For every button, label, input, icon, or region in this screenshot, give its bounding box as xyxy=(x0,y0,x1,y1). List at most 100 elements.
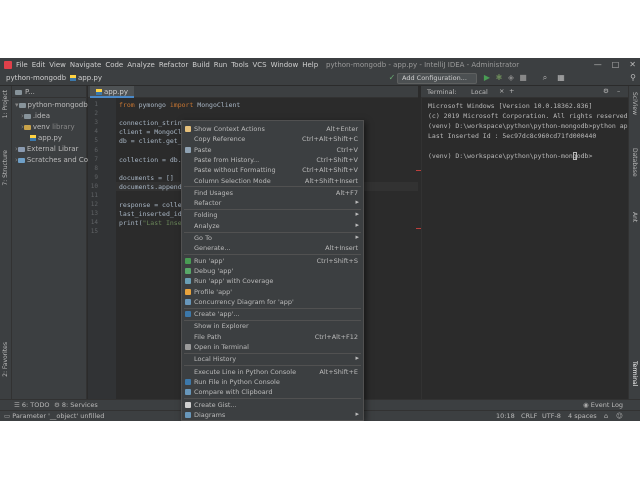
code-line: documents.append( xyxy=(119,183,186,191)
code-token: documents.append( xyxy=(119,182,186,191)
tab-sciview[interactable]: SciView xyxy=(631,92,638,115)
stop-icon[interactable]: ■ xyxy=(518,73,528,83)
tree-item-external-libraries[interactable]: › External Librar xyxy=(15,145,78,153)
tree-item-scratches[interactable]: › Scratches and Co xyxy=(15,156,88,164)
line-separator[interactable]: CRLF xyxy=(521,412,537,420)
library-icon xyxy=(17,146,25,152)
menu-window[interactable]: Window xyxy=(271,61,299,69)
menu-item-paste[interactable]: Paste Ctrl+V xyxy=(182,145,363,155)
menu-item-label: Concurrency Diagram for 'app' xyxy=(194,297,294,306)
search-icon[interactable]: ⚲ xyxy=(628,73,638,83)
project-header-label[interactable]: P... xyxy=(25,88,35,96)
maximize-icon[interactable]: □ xyxy=(612,60,620,69)
menu-edit[interactable]: Edit xyxy=(32,61,46,69)
menu-item-run-app[interactable]: Run 'app' Ctrl+Shift+S xyxy=(182,256,363,266)
status-message-text: Parameter '__object' unfilled xyxy=(12,412,105,420)
menu-item-label: Paste without Formatting xyxy=(194,166,276,175)
menu-run[interactable]: Run xyxy=(214,61,227,69)
diagram-icon xyxy=(185,411,191,418)
menu-item-refactor[interactable]: Refactor ▸ xyxy=(182,198,363,208)
tab-database[interactable]: Database xyxy=(631,148,638,177)
code-line: last_inserted_id xyxy=(119,210,182,218)
menu-code[interactable]: Code xyxy=(105,61,123,69)
minimize-icon[interactable]: — xyxy=(594,60,602,69)
menu-tools[interactable]: Tools xyxy=(231,61,248,69)
menu-item-run-file-in-python-console[interactable]: Run File in Python Console xyxy=(182,377,363,387)
tab-project[interactable]: 1: Project xyxy=(2,90,9,118)
menu-item-find-usages[interactable]: Find Usages Alt+F7 xyxy=(182,188,363,198)
search-everywhere-icon[interactable]: ⌕ xyxy=(540,73,550,83)
tree-item-venv[interactable]: › venv library xyxy=(21,123,75,131)
breadcrumb-file[interactable]: app.py xyxy=(70,74,102,82)
tab-favorites[interactable]: 2: Favorites xyxy=(2,342,9,377)
menu-view[interactable]: View xyxy=(49,61,66,69)
tree-item-app-py[interactable]: app.py xyxy=(30,134,62,142)
menu-item-file-path[interactable]: File Path Ctrl+Alt+F12 xyxy=(182,332,363,342)
vcs-update-icon[interactable]: ✓ xyxy=(387,73,397,83)
tab-app-py[interactable]: app.py xyxy=(90,86,134,98)
todo-tool-button[interactable]: ☰ 6: TODO xyxy=(14,401,50,409)
menu-item-debug-app[interactable]: Debug 'app' xyxy=(182,266,363,276)
tree-item-root[interactable]: ▾ python-mongodb xyxy=(15,101,88,109)
file-encoding[interactable]: UTF-8 xyxy=(542,412,561,420)
menu-item-label: Run File in Python Console xyxy=(194,377,280,386)
menu-file[interactable]: File xyxy=(16,61,28,69)
indent-setting[interactable]: 4 spaces xyxy=(568,412,597,420)
inspector-icon[interactable]: ☺ xyxy=(616,412,623,420)
menu-item-create-app[interactable]: Create 'app'... xyxy=(182,309,363,319)
library-root-note: library xyxy=(52,123,75,131)
hide-icon[interactable]: – xyxy=(617,87,620,95)
menu-item-concurrency-diagram-for-app[interactable]: Concurrency Diagram for 'app' xyxy=(182,297,363,307)
menu-analyze[interactable]: Analyze xyxy=(127,61,155,69)
run-icon[interactable]: ▶ xyxy=(482,73,492,83)
close-icon[interactable]: ✕ xyxy=(629,60,636,69)
code-token: documents = [] xyxy=(119,173,174,182)
terminal-tab-local[interactable]: Local xyxy=(471,88,488,96)
menu-item-column-selection-mode[interactable]: Column Selection Mode Alt+Shift+Insert xyxy=(182,176,363,186)
event-log-button[interactable]: ◉ Event Log xyxy=(583,401,623,409)
close-tab-icon[interactable]: × xyxy=(499,87,504,95)
code-token: response = collec xyxy=(119,201,186,210)
menu-item-paste-without-formatting[interactable]: Paste without Formatting Ctrl+Alt+Shift+V xyxy=(182,165,363,175)
new-tab-icon[interactable]: + xyxy=(509,87,514,95)
menu-item-create-gist[interactable]: Create Gist... xyxy=(182,400,363,410)
menu-item-run-app-with-coverage[interactable]: Run 'app' with Coverage xyxy=(182,276,363,286)
coverage-icon[interactable]: ◈ xyxy=(506,73,516,83)
debug-icon[interactable]: ✱ xyxy=(494,73,504,83)
navigation-bar: python-mongodb › app.py ✓ Add Configurat… xyxy=(0,71,640,86)
services-tool-button[interactable]: ⚙ 8: Services xyxy=(54,401,98,409)
menu-vcs[interactable]: VCS xyxy=(252,61,266,69)
menu-item-analyze[interactable]: Analyze ▸ xyxy=(182,221,363,231)
project-structure-icon[interactable]: ▦ xyxy=(556,73,566,83)
menu-item-diagrams[interactable]: Diagrams ▸ xyxy=(182,410,363,420)
menu-refactor[interactable]: Refactor xyxy=(159,61,188,69)
menu-build[interactable]: Build xyxy=(192,61,210,69)
menu-item-folding[interactable]: Folding ▸ xyxy=(182,210,363,220)
menu-item-show-context-actions[interactable]: Show Context Actions Alt+Enter xyxy=(182,124,363,134)
intellij-logo-icon xyxy=(4,60,12,69)
terminal-panel[interactable]: Microsoft Windows [Version 10.0.18362.83… xyxy=(421,98,640,404)
menu-item-execute-line-in-python-console[interactable]: Execute Line in Python Console Alt+Shift+… xyxy=(182,367,363,377)
menu-item-paste-from-history[interactable]: Paste from History... Ctrl+Shift+V xyxy=(182,155,363,165)
menu-item-copy-reference[interactable]: Copy Reference Ctrl+Alt+Shift+C xyxy=(182,134,363,144)
menu-item-compare-with-clipboard[interactable]: Compare with Clipboard xyxy=(182,387,363,397)
menu-item-show-in-explorer[interactable]: Show in Explorer xyxy=(182,321,363,331)
tab-ant[interactable]: Ant xyxy=(631,212,638,222)
menu-navigate[interactable]: Navigate xyxy=(70,61,101,69)
menu-item-label: Paste from History... xyxy=(194,155,260,164)
add-configuration-button[interactable]: Add Configuration... xyxy=(397,73,477,84)
lock-icon[interactable]: ⌂ xyxy=(604,412,608,420)
menu-item-profile-app[interactable]: Profile 'app' xyxy=(182,287,363,297)
gear-icon[interactable]: ⚙ xyxy=(603,87,609,95)
breadcrumb-project[interactable]: python-mongodb xyxy=(6,74,66,82)
line-number: 3 xyxy=(94,119,98,127)
menu-help[interactable]: Help xyxy=(302,61,318,69)
menu-item-local-history[interactable]: Local History ▸ xyxy=(182,354,363,364)
tab-terminal[interactable]: Terminal xyxy=(631,361,638,386)
menu-item-open-in-terminal[interactable]: Open in Terminal xyxy=(182,342,363,352)
caret-position[interactable]: 10:18 xyxy=(496,412,515,420)
tree-item-idea[interactable]: › .idea xyxy=(21,112,50,120)
menu-item-generate[interactable]: Generate... Alt+Insert xyxy=(182,243,363,253)
tab-structure[interactable]: 7: Structure xyxy=(2,150,9,186)
menu-item-go-to[interactable]: Go To ▸ xyxy=(182,233,363,243)
